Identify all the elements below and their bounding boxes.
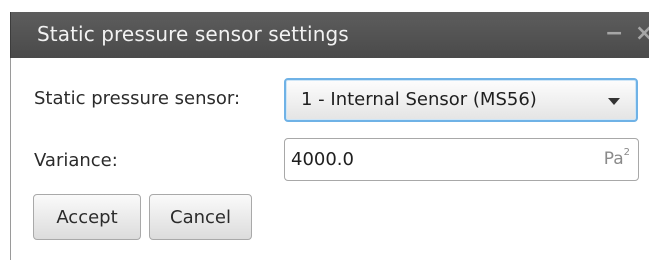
dialog-title: Static pressure sensor settings [37,22,349,46]
variance-input[interactable]: 4000.0 Pa2 [284,138,639,181]
minimize-icon[interactable]: − [605,21,623,47]
accept-button[interactable]: Accept [33,194,141,240]
unit-base: Pa [603,149,624,169]
sensor-selected-value: 1 - Internal Sensor (MS56) [301,89,537,110]
settings-dialog: Static pressure sensor settings − × Stat… [0,0,649,260]
chevron-down-icon[interactable] [608,98,620,105]
variance-value: 4000.0 [291,149,354,170]
sensor-dropdown[interactable]: 1 - Internal Sensor (MS56) [284,78,638,122]
cancel-button[interactable]: Cancel [149,194,252,240]
title-bar[interactable]: Static pressure sensor settings − × [10,12,649,58]
unit-exponent: 2 [623,147,630,159]
sensor-label: Static pressure sensor: [34,88,241,109]
variance-label: Variance: [34,150,118,171]
dialog-left-border [10,58,11,260]
close-icon[interactable]: × [635,21,649,47]
variance-unit: Pa2 [603,147,630,169]
